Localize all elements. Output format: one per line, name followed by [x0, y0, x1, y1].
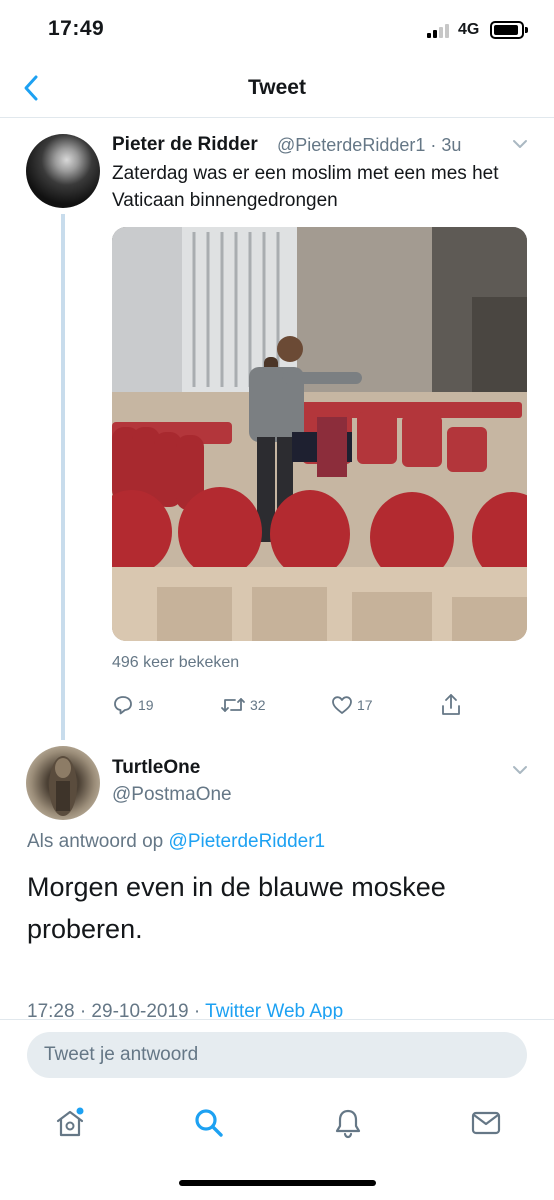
network-label: 4G: [458, 21, 480, 38]
share-button[interactable]: [440, 693, 462, 717]
reply-context: Als antwoord op @PieterdeRidder1: [27, 831, 325, 853]
avatar[interactable]: [26, 134, 100, 208]
chevron-down-icon[interactable]: [512, 139, 528, 149]
reply-prefix: Als antwoord op: [27, 831, 164, 852]
tab-messages[interactable]: [468, 1105, 504, 1141]
author-name[interactable]: Pieter de Ridder: [112, 134, 258, 156]
author-name[interactable]: TurtleOne: [112, 757, 200, 779]
status-time: 17:49: [48, 17, 105, 40]
tweet-text: Zaterdag was er een moslim met een mes h…: [112, 163, 499, 211]
reply-to-link[interactable]: @PieterdeRidder1: [169, 831, 326, 852]
author-handle[interactable]: @PostmaOne: [112, 784, 232, 806]
chevron-down-icon[interactable]: [512, 765, 528, 775]
share-icon: [442, 694, 460, 715]
reply-count: 19: [138, 697, 154, 713]
author-handle[interactable]: @PieterdeRidder1 · 3u: [277, 135, 461, 156]
search-icon: [195, 1109, 223, 1137]
retweet-icon: [221, 698, 245, 712]
view-count: 496 keer bekeken: [112, 654, 240, 671]
like-count: 17: [357, 697, 373, 713]
tab-notifications[interactable]: [330, 1105, 366, 1141]
retweet-count: 32: [250, 697, 266, 713]
heart-icon: [332, 696, 352, 714]
reply-button[interactable]: 19: [112, 693, 154, 717]
signal-icon: [427, 22, 453, 38]
reply-compose-bar: [0, 1019, 554, 1091]
tweet-media[interactable]: [112, 227, 527, 641]
status-bar: 17:49 4G: [0, 0, 554, 58]
battery-icon: [490, 21, 528, 39]
avatar[interactable]: [26, 746, 100, 820]
home-indicator: [179, 1180, 376, 1186]
tweet-text: Morgen even in de blauwe moskee proberen…: [27, 872, 446, 944]
home-icon: [56, 1107, 84, 1137]
mail-icon: [471, 1111, 501, 1135]
bell-icon: [335, 1109, 361, 1139]
like-button[interactable]: 17: [331, 693, 373, 717]
reply-input[interactable]: [27, 1032, 527, 1078]
nav-header: Tweet: [0, 58, 554, 118]
video-thumbnail: [112, 227, 527, 641]
tab-search[interactable]: [191, 1105, 227, 1141]
retweet-button[interactable]: 32: [220, 693, 266, 717]
thread-line: [61, 214, 65, 740]
page-title: Tweet: [248, 76, 306, 99]
tab-home[interactable]: [52, 1105, 88, 1141]
reply-icon: [114, 696, 132, 715]
